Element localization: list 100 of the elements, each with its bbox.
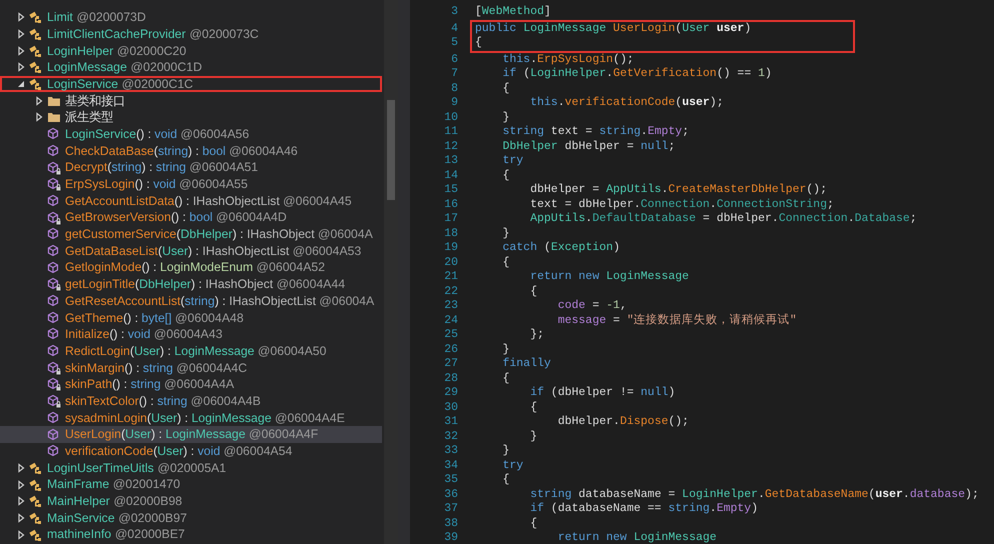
tree-item[interactable]: LimitClientCacheProvider @0200073C [0,26,382,42]
expand-arrow-icon[interactable] [34,96,44,106]
expand-arrow-icon[interactable] [16,62,26,72]
code-line: if (databaseName == string.Empty) [529,502,758,516]
expand-arrow-icon[interactable] [16,462,26,473]
line-number: 16 [443,198,459,212]
code-line: finally [502,357,551,372]
line-number: 27 [443,357,459,372]
tree-item-label: 派生类型 [65,109,113,126]
code-line: catch (Exception) [502,241,620,256]
line-number: 36 [443,488,459,502]
folder-icon [47,110,61,124]
tree-item[interactable]: LoginHelper @02000C20 [0,42,382,60]
line-number: 13 [443,154,459,168]
tree-item-label: LoginUserTimeUitls @020005A1 [47,460,226,477]
tree-item[interactable]: getLoginTitle(DbHelper) : IHashObject @06004A44 [0,276,382,293]
code-line: } [502,342,510,357]
tree-item[interactable]: MainHelper @02000B98 [0,492,382,510]
tree-item[interactable]: GetDataBaseList(User) : IHashObjectList @06004A53 [0,242,382,260]
expand-arrow-icon[interactable] [16,530,26,540]
expand-arrow-icon[interactable] [16,46,26,56]
tree-item[interactable]: skinPath() : string @06004A4A [0,376,382,393]
tree-item[interactable]: Limit @0200073D [0,9,382,26]
tree-item[interactable]: MainFrame @02001470 [0,476,382,493]
code-line: if (dbHelper != null) [529,386,676,400]
tree-item-label: ErpSysLogin() : void @06004A55 [65,176,248,193]
tree-item[interactable]: LoginService @02000C1C [0,76,382,92]
line-number: 29 [443,386,459,400]
expand-arrow-icon[interactable] [16,512,26,523]
tree-item[interactable]: MainService @02000B97 [0,510,382,526]
code-line: { [502,372,510,386]
line-number: 35 [443,473,459,488]
tree-item[interactable]: skinMargin() : string @06004A4C [0,359,382,376]
expand-arrow-icon[interactable] [16,29,26,40]
collapse-arrow-icon[interactable] [16,79,26,90]
code-line: { [529,516,538,531]
line-number: 18 [443,226,459,241]
tree-item[interactable]: ErpSysLogin() : void @06004A55 [0,176,382,193]
tree-item-label: CheckDataBase(string) : bool @06004A46 [65,142,298,160]
code-line: try [502,458,524,473]
line-number: 33 [443,444,459,458]
tree-item[interactable]: GetloginMode() : LoginModeEnum @06004A52 [0,259,382,276]
tree-item[interactable]: RedictLogin(User) : LoginMessage @06004A50 [0,342,382,360]
expand-arrow-icon[interactable] [16,496,26,506]
tree-item[interactable]: 基类和接口 [0,92,382,110]
tree-item[interactable]: sysadminLogin(User) : LoginMessage @06004A4E [0,410,382,426]
class-icon [29,44,43,58]
code-line: string databaseName = LoginHelper.GetDatabaseName(user.database); [529,488,979,502]
tree-item[interactable]: GetTheme() : byte[] @06004A48 [0,309,382,326]
line-number: 6 [450,52,459,67]
line-number: 11 [443,125,459,140]
line-number: 22 [443,284,459,299]
code-line: [WebMethod] [475,5,551,20]
tree-item[interactable]: LoginService() : void @06004A56 [0,126,382,142]
tree-item[interactable]: verificationCode(User) : void @06004A54 [0,442,382,460]
tree-item-label: UserLogin(User) : LoginMessage @06004A4F [65,426,318,444]
tree-item[interactable]: GetBrowserVersion() : bool @06004A4D [0,209,382,226]
code-line: AppUtils.DefaultDatabase = dbHelper.Connection.Database; [529,212,917,226]
tree-item[interactable]: 派生类型 [0,109,382,126]
tree-item-label: GetDataBaseList(User) : IHashObjectList @06004A53 [65,242,362,260]
tree-item[interactable]: getCustomerService(DbHelper) : IHashObject @06004A [0,226,382,243]
line-number: 31 [443,415,459,430]
code-line: this.ErpSysLogin(); [502,52,634,67]
line-number: 9 [450,96,459,110]
class-icon [29,478,43,492]
line-number: 28 [443,372,459,386]
line-number: 8 [450,82,459,96]
code-line: if (LoginHelper.GetVerification() == 1) [502,67,772,82]
tree-item[interactable]: GetAccountListData() : IHashObjectList @06004A45 [0,192,382,210]
tree-item-label: Decrypt(string) : string @06004A51 [65,159,258,176]
class-icon [29,528,43,542]
code-line: this.verificationCode(user); [529,96,724,110]
code-line: return new LoginMessage [529,270,689,284]
code-line: } [502,110,510,125]
code-line: dbHelper.Dispose(); [556,415,689,430]
tree-item[interactable]: CheckDataBase(string) : bool @06004A46 [0,142,382,160]
tree-item[interactable]: mathineInfo @02000BE7 [0,526,382,543]
line-number: 24 [443,314,459,328]
line-number: 32 [443,430,459,444]
code-line: DbHelper dbHelper = null; [502,140,676,154]
expand-arrow-icon[interactable] [16,480,26,490]
expand-arrow-icon[interactable] [16,12,26,22]
class-icon [29,27,43,42]
code-line: { [502,256,510,270]
tree-item[interactable]: LoginMessage @02000C1D [0,59,382,76]
tree-item[interactable]: LoginUserTimeUitls @020005A1 [0,460,382,476]
tree-item[interactable]: skinTextColor() : string @06004A4B [0,392,382,410]
tree-item[interactable]: GetResetAccountList(string) : IHashObjectList @06004A [0,292,382,310]
tree-item[interactable]: Decrypt(string) : string @06004A51 [0,159,382,176]
tree-item[interactable]: UserLogin(User) : LoginMessage @06004A4F [0,426,382,443]
class-icon [29,460,43,475]
expand-arrow-icon[interactable] [34,112,44,122]
tree-item[interactable]: Initialize() : void @06004A43 [0,326,382,343]
tree-item-label: 基类和接口 [65,92,125,110]
scrollbar-thumb[interactable] [387,100,395,200]
code-line: { [502,168,510,183]
tree-item-label: mathineInfo @02000BE7 [47,526,185,544]
tree-item-label: LoginMessage @02000C1D [47,59,202,76]
class-icon [29,77,43,92]
tree-item-label: MainService @02000B97 [47,510,187,527]
